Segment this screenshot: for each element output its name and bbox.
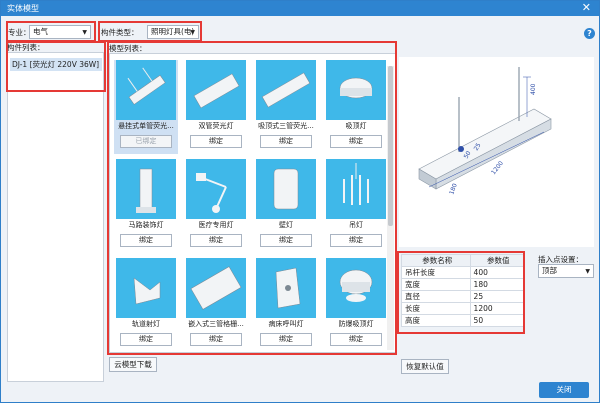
model-card[interactable]: 嵌入式三管格栅... 绑定 [184, 258, 248, 352]
component-type-value: 照明灯具(电) [151, 27, 195, 36]
explosion-proof-ceiling-lamp-icon[interactable] [326, 258, 386, 318]
close-button[interactable]: 关闭 [539, 382, 589, 398]
table-row[interactable]: 吊杆长度 400 [401, 266, 525, 279]
model-card[interactable]: 轨道射灯 绑定 [114, 258, 178, 352]
param-name: 宽度 [401, 278, 471, 291]
param-name: 直径 [401, 290, 471, 303]
param-value[interactable]: 25 [469, 290, 525, 303]
param-name-header: 参数名称 [401, 254, 471, 267]
chevron-down-icon: ▼ [585, 268, 590, 275]
specialty-value: 电气 [33, 27, 48, 36]
specialty-select[interactable]: 电气 ▼ [29, 25, 91, 39]
lamp-preview-drawing: 400 1200 180 25 50 [418, 67, 552, 196]
model-card[interactable]: 吸顶灯 绑定 [324, 60, 388, 154]
model-name: 吸顶式三管荧光... [258, 122, 314, 130]
bind-button[interactable]: 绑定 [190, 234, 242, 247]
component-list: DJ-1 [荧光灯 220V 36W] [7, 52, 104, 382]
component-type-select[interactable]: 照明灯具(电) ▼ [147, 25, 199, 39]
table-row[interactable]: 宽度 180 [401, 278, 525, 291]
wall-lamp-icon[interactable] [256, 159, 316, 219]
model-card[interactable]: 吊灯 绑定 [324, 159, 388, 253]
model-name: 壁灯 [279, 221, 293, 229]
specialty-label: 专业： [8, 28, 31, 37]
model-card[interactable]: 病床呼叫灯 绑定 [254, 258, 318, 352]
help-icon[interactable]: ? [584, 28, 595, 39]
model-name: 吊灯 [349, 221, 363, 229]
svg-text:180: 180 [448, 182, 459, 195]
track-spotlight-icon[interactable] [116, 258, 176, 318]
bind-button[interactable]: 绑定 [120, 234, 172, 247]
model-name: 病床呼叫灯 [268, 320, 304, 328]
table-row[interactable]: 直径 25 [401, 290, 525, 303]
bind-button[interactable]: 绑定 [260, 234, 312, 247]
scrollbar-thumb[interactable] [388, 66, 393, 226]
model-name: 医疗专用灯 [198, 221, 234, 229]
parameter-table: 参数名称 参数值 吊杆长度 400 宽度 180 直径 25 长度 1200 高度 50 [401, 254, 525, 327]
suspended-single-tube-fluorescent-icon[interactable] [116, 60, 176, 120]
component-type-label: 构件类型： [101, 28, 139, 37]
param-value[interactable]: 50 [469, 314, 525, 327]
chandelier-icon[interactable] [326, 159, 386, 219]
table-row[interactable]: 高度 50 [401, 314, 525, 327]
chevron-down-icon: ▼ [82, 29, 87, 36]
model-card[interactable]: 医疗专用灯 绑定 [184, 159, 248, 253]
bed-call-lamp-icon[interactable] [256, 258, 316, 318]
bind-button[interactable]: 绑定 [330, 333, 382, 346]
model-card[interactable]: 悬挂式单管荧光... 已绑定 [114, 60, 178, 154]
model-card[interactable]: 壁灯 绑定 [254, 159, 318, 253]
restore-default-button[interactable]: 恢复默认值 [401, 359, 449, 374]
param-value[interactable]: 1200 [469, 302, 525, 315]
model-preview: 400 1200 180 25 50 [399, 57, 594, 247]
bind-button[interactable]: 已绑定 [120, 135, 172, 148]
model-name: 吸顶灯 [345, 122, 367, 130]
cloud-model-download-button[interactable]: 云模型下载 [109, 357, 157, 372]
scrollbar[interactable] [387, 66, 394, 350]
window-title: 实体模型 [7, 4, 39, 13]
component-list-item[interactable]: DJ-1 [荧光灯 220V 36W] [10, 58, 102, 71]
param-value[interactable]: 180 [469, 278, 525, 291]
model-card[interactable]: 吸顶式三管荧光... 绑定 [254, 60, 318, 154]
bind-button[interactable]: 绑定 [330, 135, 382, 148]
bind-button[interactable]: 绑定 [120, 333, 172, 346]
model-card[interactable]: 马路装饰灯 绑定 [114, 159, 178, 253]
model-name: 马路装饰灯 [128, 221, 164, 229]
insert-point-select[interactable]: 顶部 ▼ [538, 264, 594, 278]
bind-button[interactable]: 绑定 [190, 333, 242, 346]
ceiling-triple-tube-fluorescent-icon[interactable] [256, 60, 316, 120]
chevron-down-icon: ▼ [190, 29, 195, 36]
table-row[interactable]: 长度 1200 [401, 302, 525, 315]
model-card[interactable]: 防爆吸顶灯 绑定 [324, 258, 388, 352]
model-name: 嵌入式三管格栅... [188, 320, 244, 328]
bind-button[interactable]: 绑定 [260, 135, 312, 148]
bind-button[interactable]: 绑定 [190, 135, 242, 148]
model-name: 轨道射灯 [132, 320, 160, 328]
insert-point-value: 顶部 [542, 266, 557, 275]
param-value[interactable]: 400 [469, 266, 525, 279]
param-name: 高度 [401, 314, 471, 327]
bind-button[interactable]: 绑定 [330, 234, 382, 247]
recessed-grille-lamp-icon[interactable] [186, 258, 246, 318]
model-name: 防爆吸顶灯 [338, 320, 374, 328]
param-name: 吊杆长度 [401, 266, 471, 279]
bind-button[interactable]: 绑定 [260, 333, 312, 346]
model-grid: 悬挂式单管荧光... 已绑定 双管荧光灯 绑定 吸顶式三管荧光... 绑定 吸顶灯 绑定 马路装… [109, 53, 396, 353]
model-name: 双管荧光灯 [198, 122, 234, 130]
ceiling-lamp-icon[interactable] [326, 60, 386, 120]
param-value-header: 参数值 [469, 254, 525, 267]
title-bar: 实体模型 ✕ [1, 1, 599, 16]
double-tube-fluorescent-icon[interactable] [186, 60, 246, 120]
dialog-window: 实体模型 ✕ 专业： 电气 ▼ 构件类型： 照明灯具(电) ▼ ? 构件列表： … [0, 0, 600, 403]
road-decorative-lamp-icon[interactable] [116, 159, 176, 219]
param-name: 长度 [401, 302, 471, 315]
svg-text:1200: 1200 [490, 160, 505, 176]
model-name: 悬挂式单管荧光... [118, 122, 174, 130]
close-icon[interactable]: ✕ [582, 1, 591, 15]
svg-text:400: 400 [530, 83, 537, 95]
model-card[interactable]: 双管荧光灯 绑定 [184, 60, 248, 154]
medical-lamp-icon[interactable] [186, 159, 246, 219]
